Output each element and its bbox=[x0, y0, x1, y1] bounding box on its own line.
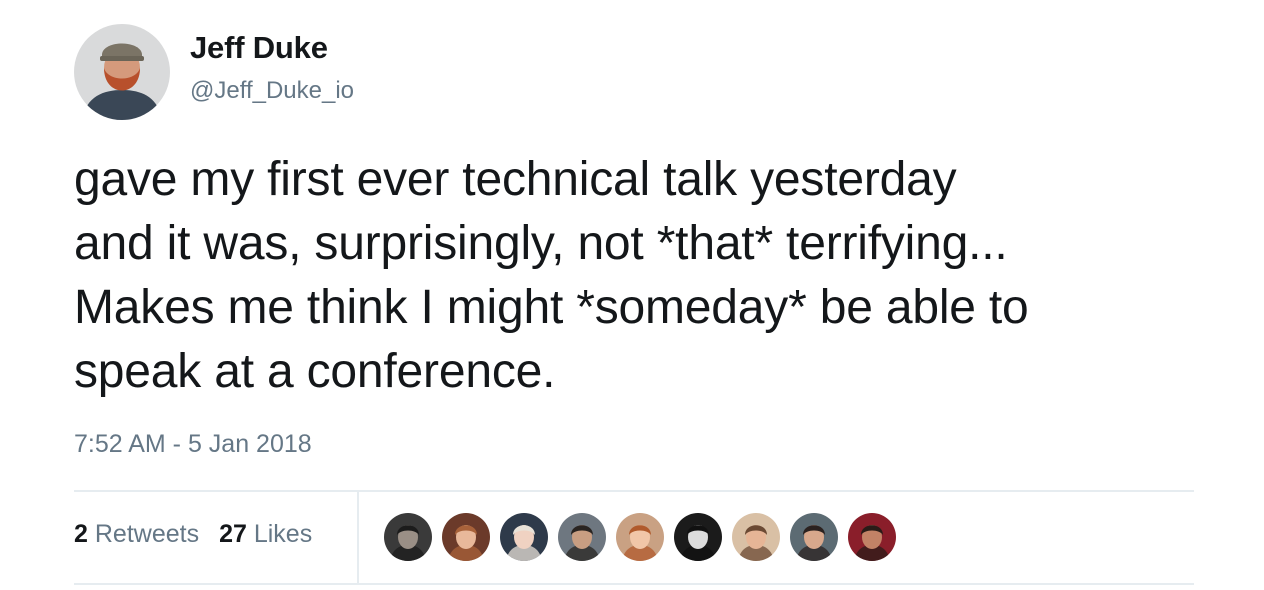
author-name[interactable]: Jeff Duke bbox=[190, 30, 328, 66]
liker-avatar-4[interactable] bbox=[558, 513, 606, 561]
retweets-label: Retweets bbox=[94, 520, 200, 548]
retweets-stat[interactable]: 2 Retweets bbox=[74, 520, 199, 549]
author-avatar[interactable] bbox=[74, 24, 170, 120]
tweet-stats: 2 Retweets 27 Likes bbox=[74, 520, 312, 549]
author-handle[interactable]: @Jeff_Duke_io bbox=[190, 77, 354, 105]
liker-avatar-1[interactable] bbox=[384, 513, 432, 561]
liker-avatar-3[interactable] bbox=[500, 513, 548, 561]
likes-stat[interactable]: 27 Likes bbox=[219, 520, 312, 549]
retweets-count: 2 bbox=[74, 520, 88, 548]
likes-count: 27 bbox=[219, 520, 247, 548]
liker-avatar-6[interactable] bbox=[674, 513, 722, 561]
liker-avatar-8[interactable] bbox=[790, 513, 838, 561]
stats-divider bbox=[357, 492, 359, 583]
liker-avatars bbox=[384, 513, 896, 561]
stats-bottom-divider bbox=[74, 583, 1194, 585]
liker-avatar-7[interactable] bbox=[732, 513, 780, 561]
likes-label: Likes bbox=[253, 520, 313, 548]
stats-top-divider bbox=[74, 490, 1194, 492]
liker-avatar-5[interactable] bbox=[616, 513, 664, 561]
tweet-timestamp[interactable]: 7:52 AM - 5 Jan 2018 bbox=[74, 430, 312, 459]
tweet-text: gave my first ever technical talk yester… bbox=[74, 153, 1029, 398]
liker-avatar-9[interactable] bbox=[848, 513, 896, 561]
liker-avatar-2[interactable] bbox=[442, 513, 490, 561]
